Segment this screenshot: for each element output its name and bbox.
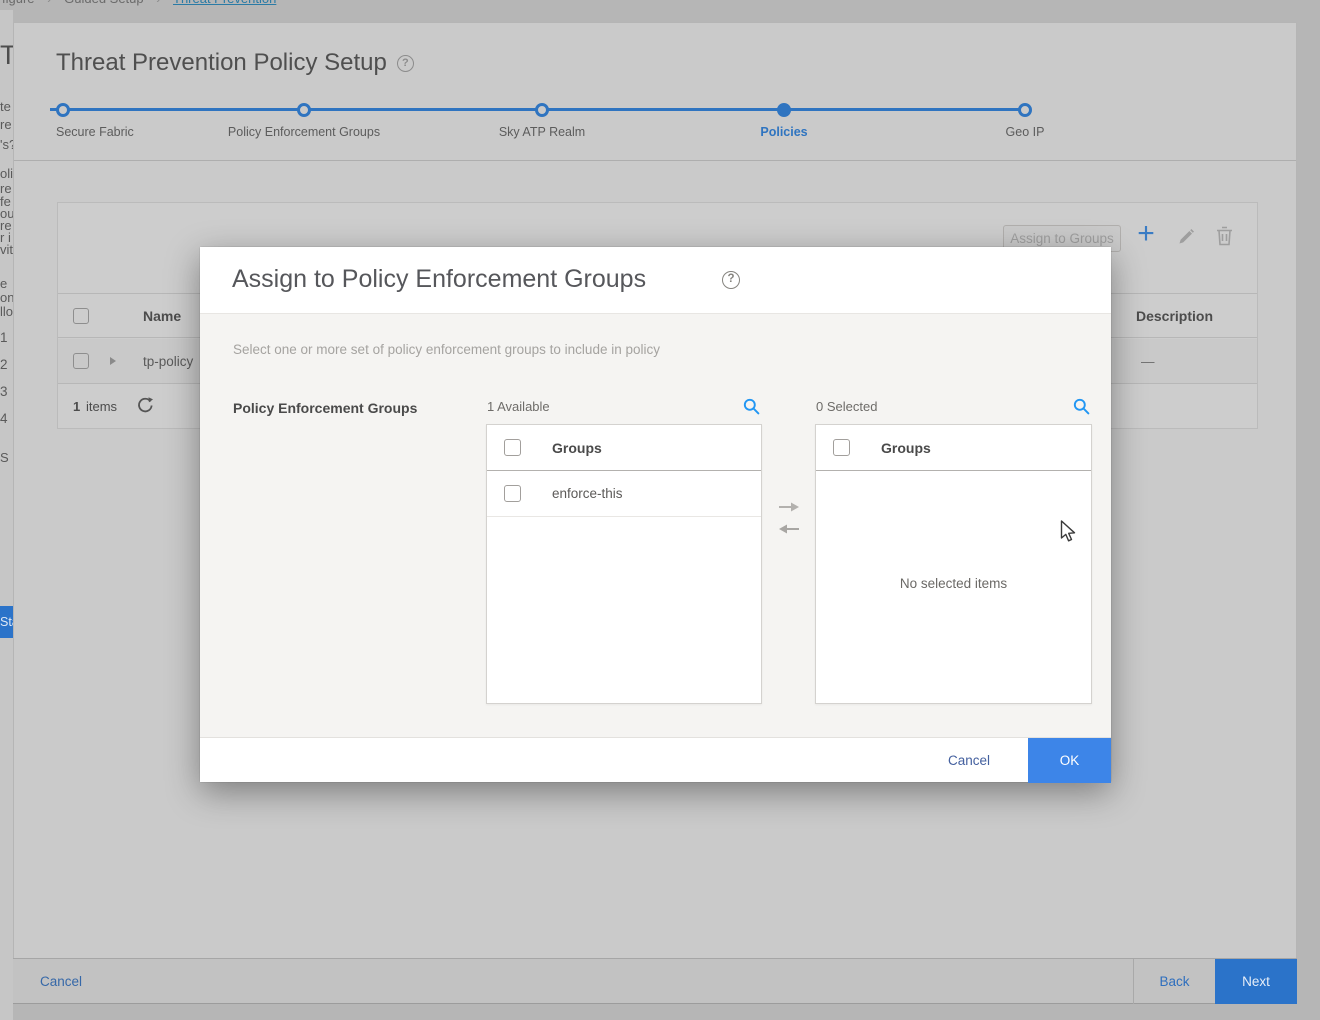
policy-description-cell: — — [1141, 354, 1155, 369]
screen: figure › Guided Setup › Threat Preventio… — [0, 0, 1320, 1020]
items-count: 1 — [73, 399, 80, 414]
clipped-text-fragment: on — [0, 290, 13, 305]
transfer-controls — [762, 502, 815, 546]
select-all-checkbox[interactable] — [73, 308, 89, 324]
modal-header: Assign to Policy Enforcement Groups ? — [200, 247, 1111, 314]
modal-ok-button[interactable]: OK — [1028, 738, 1111, 783]
wizard-cancel-button[interactable]: Cancel — [40, 974, 82, 989]
search-icon[interactable] — [743, 398, 760, 415]
step-label-policy-enforcement-groups: Policy Enforcement Groups — [228, 125, 380, 139]
modal-help-icon[interactable]: ? — [722, 271, 740, 289]
selected-groups-listbox: Groups No selected items — [815, 424, 1092, 704]
list-item[interactable]: enforce-this — [487, 471, 761, 517]
assign-groups-modal: Assign to Policy Enforcement Groups ? Se… — [200, 247, 1111, 782]
modal-subtitle: Select one or more set of policy enforce… — [233, 342, 660, 357]
breadcrumb-prefix-fragment: figure — [2, 0, 35, 6]
clipped-start-button[interactable]: Sta — [0, 606, 13, 638]
page-title-text: Threat Prevention Policy Setup — [56, 49, 387, 76]
breadcrumb-separator-icon: › — [47, 0, 51, 6]
page-title: Threat Prevention Policy Setup? — [56, 49, 414, 77]
next-button[interactable]: Next — [1215, 959, 1297, 1004]
available-item-label: enforce-this — [552, 486, 623, 501]
breadcrumb: figure › Guided Setup › Threat Preventio… — [0, 0, 1320, 9]
selected-list-header: Groups — [816, 425, 1091, 471]
available-groups-listbox: Groups enforce-this — [486, 424, 762, 704]
clipped-list-number: 1 — [0, 330, 8, 345]
row-checkbox[interactable] — [73, 353, 89, 369]
delete-icon[interactable] — [1216, 226, 1233, 246]
clipped-text-fragment: S — [0, 450, 9, 465]
column-header-name[interactable]: Name — [143, 308, 181, 324]
step-label-geo-ip: Geo IP — [1006, 125, 1045, 139]
available-column-header: Groups — [552, 440, 602, 456]
empty-selection-message: No selected items — [816, 576, 1091, 591]
field-label-policy-enforcement-groups: Policy Enforcement Groups — [233, 400, 417, 416]
move-left-icon[interactable] — [777, 524, 801, 534]
clipped-text-fragment: e — [0, 276, 7, 291]
clipped-text-fragment: te — [0, 99, 11, 114]
available-select-all-checkbox[interactable] — [504, 439, 521, 456]
modal-body: Select one or more set of policy enforce… — [200, 314, 1111, 737]
available-item-checkbox[interactable] — [504, 485, 521, 502]
modal-footer: Cancel OK — [200, 737, 1111, 782]
step-label-secure-fabric: Secure Fabric — [56, 125, 134, 139]
step-label-policies: Policies — [760, 125, 807, 139]
clipped-list-number: 4 — [0, 411, 8, 426]
expand-row-icon[interactable] — [110, 357, 116, 365]
modal-cancel-button[interactable]: Cancel — [948, 753, 990, 768]
clipped-text-fragment: re — [0, 117, 12, 132]
clipped-text-fragment: vit — [0, 242, 13, 257]
selected-column-header: Groups — [881, 440, 931, 456]
step-dot-sky-atp-realm[interactable] — [535, 103, 549, 117]
refresh-icon[interactable] — [136, 396, 154, 414]
step-dot-geo-ip[interactable] — [1018, 103, 1032, 117]
step-label-sky-atp-realm: Sky ATP Realm — [499, 125, 585, 139]
selected-count-label: 0 Selected — [816, 399, 877, 414]
move-right-icon[interactable] — [777, 502, 801, 512]
back-button[interactable]: Back — [1133, 959, 1215, 1004]
clipped-list-number: 2 — [0, 357, 8, 372]
step-dot-policies[interactable] — [777, 103, 791, 117]
breadcrumb-separator-icon: › — [156, 0, 160, 6]
mouse-cursor — [1060, 520, 1077, 543]
clipped-text-fragment: Th — [0, 40, 13, 71]
help-icon[interactable]: ? — [397, 55, 414, 72]
modal-title: Assign to Policy Enforcement Groups — [232, 265, 646, 294]
selected-groups-panel: 0 Selected Groups No selected items — [815, 398, 1092, 422]
breadcrumb-threat-prevention[interactable]: Threat Prevention — [173, 0, 276, 6]
breadcrumb-guided-setup[interactable]: Guided Setup — [64, 0, 144, 6]
clipped-list-number: 3 — [0, 384, 8, 399]
step-dot-secure-fabric[interactable] — [56, 103, 70, 117]
clipped-text-fragment: 's? — [0, 137, 13, 152]
wizard-header: Threat Prevention Policy Setup? Secure F… — [14, 23, 1296, 161]
available-count-label: 1 Available — [487, 399, 550, 414]
policy-name-cell: tp-policy — [143, 354, 193, 369]
items-count-label: items — [86, 399, 117, 414]
step-dot-policy-enforcement-groups[interactable] — [297, 103, 311, 117]
background-left-panel: Th te re 's? olic re fe ou re r i vit e … — [0, 10, 13, 1020]
selected-select-all-checkbox[interactable] — [833, 439, 850, 456]
add-policy-icon[interactable]: + — [1134, 219, 1158, 249]
clipped-text-fragment: olic — [0, 166, 13, 181]
available-list-header: Groups — [487, 425, 761, 471]
wizard-bottom-bar: Cancel Back Next — [13, 958, 1297, 1004]
column-header-description[interactable]: Description — [1136, 308, 1213, 324]
available-groups-panel: 1 Available Groups enforce-this — [486, 398, 762, 422]
edit-icon[interactable] — [1177, 228, 1195, 246]
search-icon[interactable] — [1073, 398, 1090, 415]
clipped-text-fragment: llo — [0, 304, 13, 319]
